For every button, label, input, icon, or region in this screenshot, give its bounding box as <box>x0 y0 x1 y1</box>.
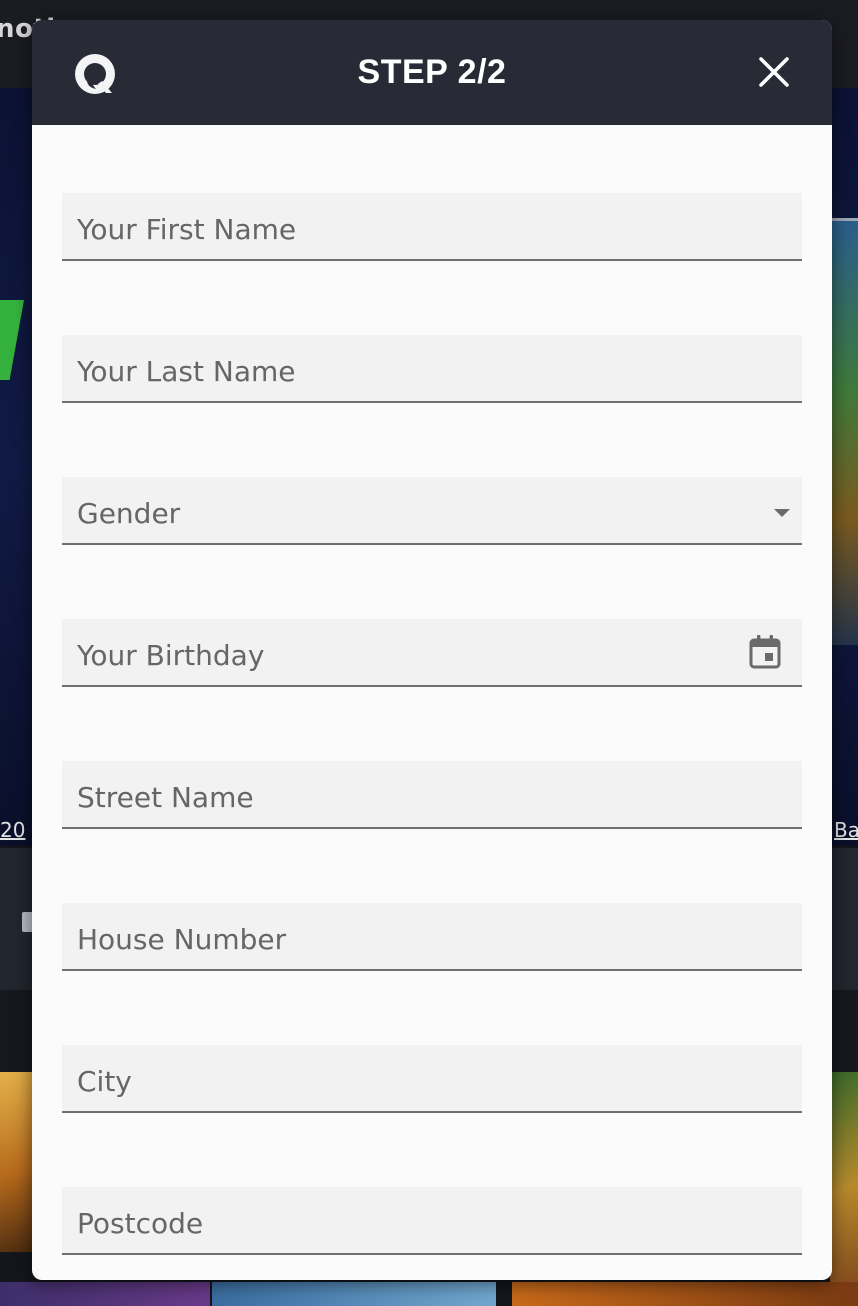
postcode-placeholder: Postcode <box>77 1207 204 1240</box>
gender-select[interactable]: Gender <box>62 477 802 545</box>
close-icon[interactable] <box>752 50 796 94</box>
calendar-icon[interactable] <box>748 634 782 670</box>
registration-modal: STEP 2/2 Your First Name Your Last Name … <box>32 20 832 1280</box>
registration-form: Your First Name Your Last Name Gender Yo… <box>32 125 832 1280</box>
background-game-tile <box>212 1282 496 1306</box>
background-game-tile <box>830 1072 858 1306</box>
city-field[interactable]: City <box>62 1045 802 1113</box>
background-game-card <box>830 218 858 645</box>
street-name-placeholder: Street Name <box>77 781 254 814</box>
house-number-placeholder: House Number <box>77 923 287 956</box>
background-game-tile <box>0 1072 34 1252</box>
house-number-field[interactable]: House Number <box>62 903 802 971</box>
first-name-field[interactable]: Your First Name <box>62 193 802 261</box>
background-game-tile <box>0 1282 210 1306</box>
birthday-field[interactable]: Your Birthday <box>62 619 802 687</box>
first-name-placeholder: Your First Name <box>77 213 297 246</box>
postcode-field[interactable]: Postcode <box>62 1187 802 1255</box>
background-game-tile <box>512 1282 858 1306</box>
background-caption-right: Ba <box>834 818 858 842</box>
last-name-placeholder: Your Last Name <box>77 355 296 388</box>
gender-placeholder: Gender <box>77 497 181 530</box>
city-placeholder: City <box>77 1065 132 1098</box>
modal-header: STEP 2/2 <box>32 20 832 125</box>
dropdown-arrow-icon[interactable] <box>774 509 790 517</box>
birthday-placeholder: Your Birthday <box>77 639 265 672</box>
background-caption-left: 20 <box>0 818 26 842</box>
modal-title: STEP 2/2 <box>357 53 507 91</box>
last-name-field[interactable]: Your Last Name <box>62 335 802 403</box>
street-name-field[interactable]: Street Name <box>62 761 802 829</box>
